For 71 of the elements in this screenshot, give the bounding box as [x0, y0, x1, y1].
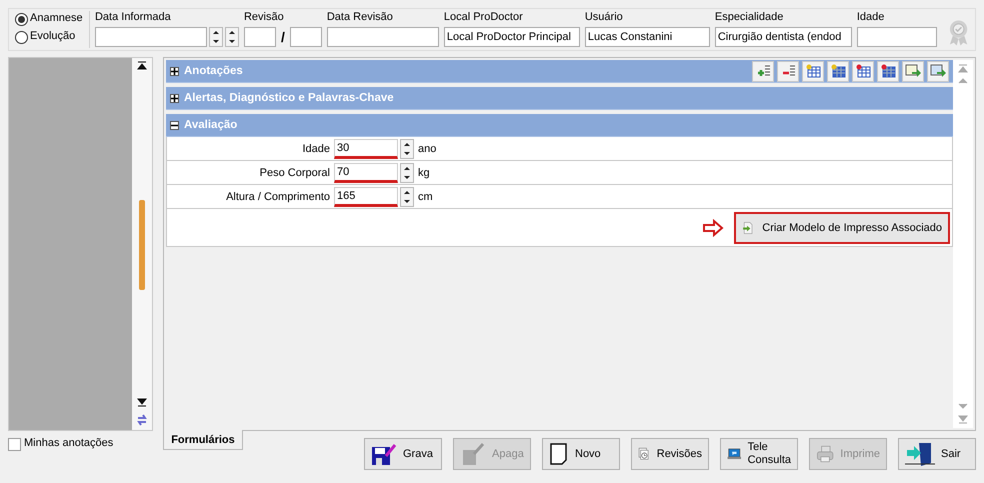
table-icon [855, 64, 871, 78]
radio-button[interactable] [15, 30, 28, 44]
field-label: Peso Corporal [258, 166, 331, 178]
spin-control[interactable] [400, 138, 414, 158]
input-field[interactable] [290, 27, 322, 47]
list-row-icon [780, 64, 796, 78]
expand-icon[interactable] [171, 68, 178, 74]
checkbox[interactable] [8, 438, 21, 450]
field-label: Data Revisão [326, 11, 394, 25]
checkbox-label: Minhas anotações [24, 437, 114, 451]
field-label: Altura / Comprimento [225, 190, 331, 202]
input-field[interactable]: 165 [334, 186, 398, 206]
spin-control[interactable] [208, 27, 223, 47]
field-label: Data Informada [94, 11, 172, 25]
field-label: Idade [856, 11, 886, 25]
expand-icon[interactable] [171, 94, 178, 102]
field-label: Local ProDoctor [444, 11, 524, 25]
input-field[interactable]: Local ProDoctor Principal [444, 27, 580, 47]
export-icon [905, 64, 921, 78]
floppy-disk-icon [371, 442, 397, 466]
spin-control[interactable] [224, 27, 239, 47]
unit-label: cm [418, 190, 433, 202]
input-field[interactable]: Lucas Constanini [584, 27, 710, 47]
save-button[interactable]: Grava [364, 438, 442, 470]
radio-label: Anamnese [30, 12, 83, 26]
field-label: Idade [301, 142, 331, 154]
toolbar-button[interactable] [777, 60, 799, 82]
revisions-button[interactable]: Revisões [631, 438, 709, 470]
toolbar-button[interactable] [802, 60, 824, 82]
award-medal-icon [948, 19, 969, 47]
field-label: Revisão [244, 11, 285, 25]
scroll-thumb[interactable] [139, 200, 145, 290]
arrow-icon [702, 218, 724, 236]
exit-button[interactable]: Sair [898, 438, 976, 470]
radio-button[interactable] [15, 12, 28, 26]
input-field[interactable]: 70 [334, 162, 398, 182]
export-icon [930, 64, 946, 78]
input-field[interactable] [244, 27, 276, 47]
table-icon [880, 64, 896, 78]
list-row-icon [755, 64, 771, 78]
input-field[interactable]: Cirurgião dentista (endod [714, 27, 852, 47]
input-field[interactable] [326, 27, 439, 47]
toolbar-button[interactable] [752, 60, 774, 82]
input-field[interactable] [856, 27, 937, 47]
field-label: Especialidade [714, 11, 784, 25]
table-icon [805, 64, 821, 78]
radio-label: Evolução [30, 30, 76, 44]
separator-text: / [280, 29, 286, 45]
field-label: Usuário [584, 11, 624, 25]
toolbar-button[interactable] [877, 60, 899, 82]
unit-label: ano [418, 142, 436, 154]
tab[interactable]: Formulários [163, 430, 243, 450]
create-template-button[interactable]: Criar Modelo de Impresso Associado [734, 212, 950, 244]
spin-control[interactable] [400, 162, 414, 182]
scroll-bottom-icon[interactable] [137, 398, 147, 407]
scroll-top-icon[interactable] [137, 61, 147, 70]
toolbar-button[interactable] [902, 60, 924, 82]
toolbar-button[interactable] [927, 60, 949, 82]
table-icon [830, 64, 846, 78]
toolbar-button[interactable] [827, 60, 849, 82]
input-field[interactable] [94, 27, 207, 47]
toolbar-button[interactable] [852, 60, 874, 82]
tele-button[interactable]: Tele Consulta [720, 438, 798, 470]
scrollbar[interactable] [132, 58, 152, 430]
blank-page-icon [549, 442, 569, 466]
new-button[interactable]: Novo [542, 438, 620, 470]
spin-control[interactable] [400, 186, 414, 206]
exit-door-icon [905, 441, 935, 467]
input-field[interactable]: 30 [334, 138, 398, 158]
refresh-icon[interactable] [136, 413, 148, 427]
unit-label: kg [418, 166, 430, 178]
